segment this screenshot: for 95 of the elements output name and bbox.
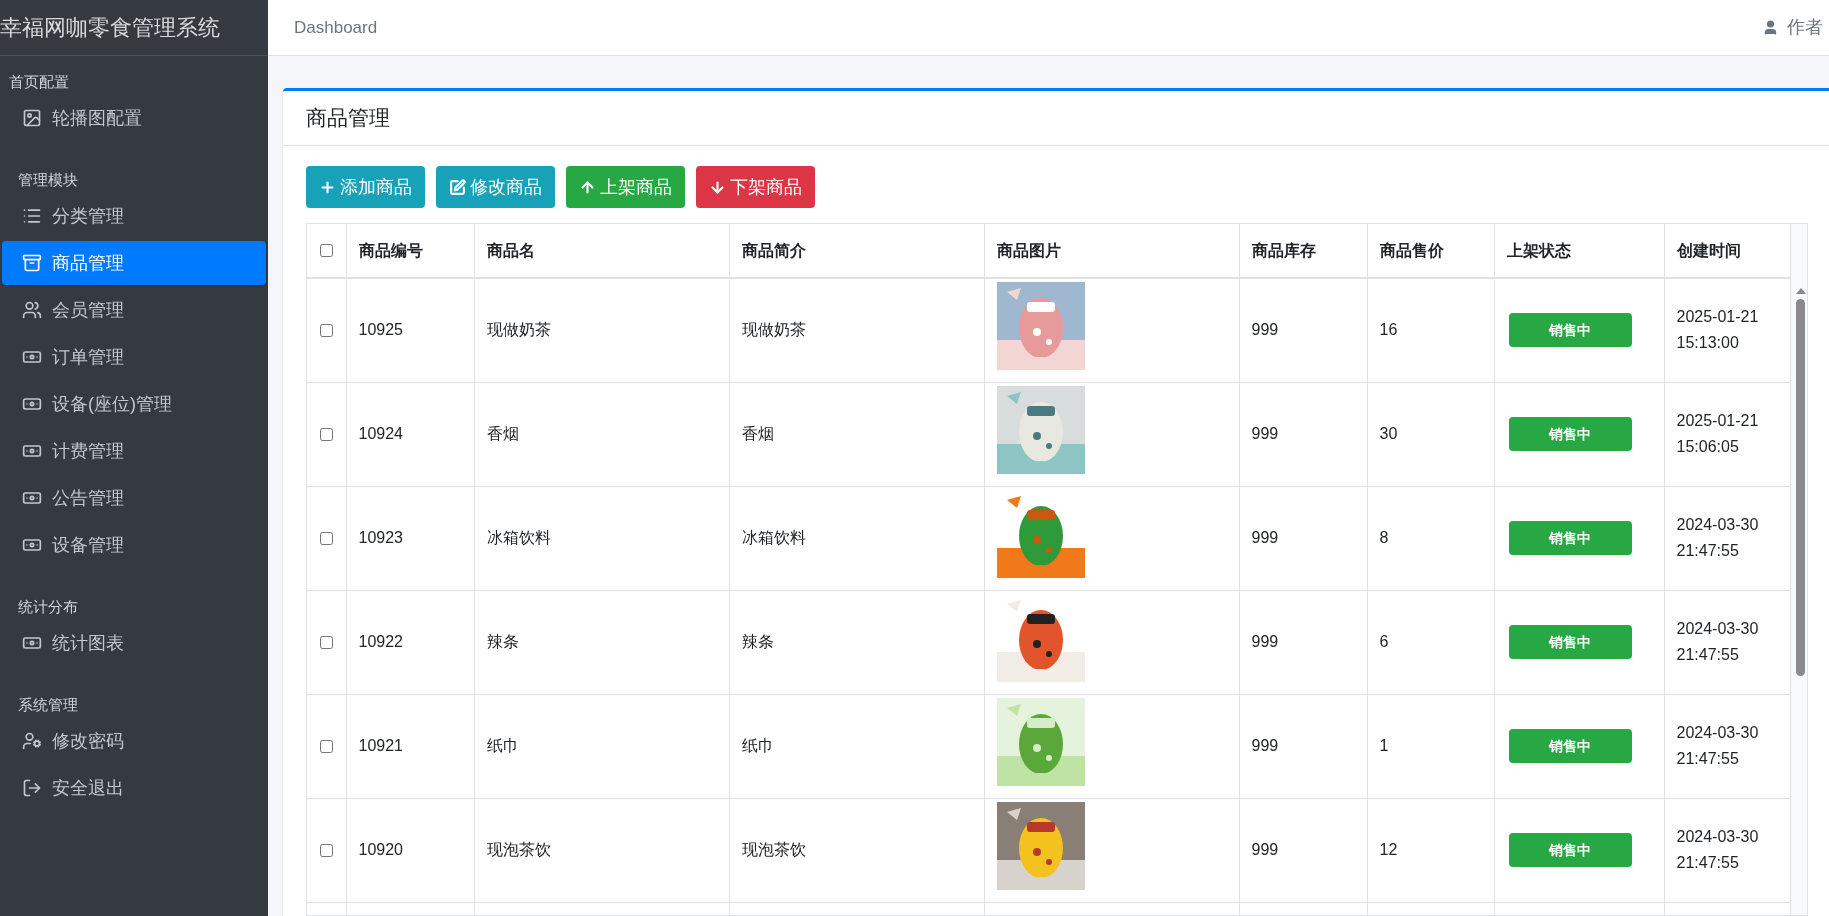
table-cell: 999	[1251, 529, 1279, 546]
table-cell: 10924	[358, 425, 403, 442]
table-cell: 12	[1379, 841, 1398, 858]
nav-item[interactable]: 安全退出	[2, 766, 266, 810]
table-cell: 现泡茶饮	[741, 841, 806, 858]
status-badge: 销售中	[1508, 521, 1632, 555]
scroll-thumb[interactable]	[1795, 299, 1805, 676]
column-header: 创建时间	[1676, 241, 1741, 259]
table-cell: 999	[1251, 841, 1279, 858]
nav-item[interactable]: 会员管理	[2, 288, 266, 332]
table-cell: 16	[1379, 321, 1398, 339]
checkbox[interactable]	[319, 843, 333, 857]
checkbox[interactable]	[319, 531, 333, 545]
nav-item[interactable]: 计费管理	[2, 429, 266, 473]
plus-icon	[319, 178, 336, 196]
app-title: 幸福网咖零食管理系统	[0, 14, 220, 42]
column-header: 商品编号	[358, 241, 423, 259]
checkbox[interactable]	[319, 323, 333, 337]
column-header: 商品名	[486, 241, 535, 259]
table-cell: 2024-03-30	[1676, 620, 1759, 637]
status-badge: 销售中	[1508, 729, 1632, 763]
status-badge: 销售中	[1508, 313, 1632, 348]
checkbox[interactable]	[319, 427, 333, 441]
nav-item[interactable]: 设备管理	[2, 523, 266, 567]
section-heading: 系统管理	[18, 696, 78, 713]
table-cell: 10925	[358, 321, 403, 339]
table-cell: 1	[1379, 737, 1389, 754]
table-cell: 21:47:55	[1676, 646, 1739, 663]
breadcrumb[interactable]: Dashboard	[294, 14, 378, 41]
table-cell: 999	[1251, 633, 1279, 650]
table-cell: 10921	[358, 737, 403, 754]
table-cell: 2025-01-21	[1676, 412, 1759, 429]
checkbox[interactable]	[319, 635, 333, 649]
table-cell: 999	[1251, 425, 1279, 442]
column-header: 商品简介	[741, 241, 806, 259]
card-title: 商品管理	[306, 105, 390, 132]
user-menu[interactable]: 作者	[1762, 14, 1823, 41]
table-cell: 辣条	[741, 633, 774, 650]
checkbox[interactable]	[319, 244, 333, 257]
table-cell: 纸巾	[741, 737, 774, 754]
column-header: 商品图片	[996, 241, 1061, 259]
table-cell: 现泡茶饮	[486, 841, 551, 858]
table-cell: 21:47:55	[1676, 854, 1739, 871]
table-cell: 15:06:05	[1676, 438, 1739, 455]
status-badge: 销售中	[1508, 833, 1632, 867]
table-cell: 15:13:00	[1676, 334, 1739, 352]
nav-item[interactable]: 统计图表	[2, 621, 266, 665]
status-badge: 销售中	[1508, 417, 1632, 451]
table-cell: 冰箱饮料	[741, 529, 806, 546]
table-cell: 2024-03-30	[1676, 724, 1759, 741]
logout-icon	[22, 778, 42, 798]
table-cell: 香烟	[741, 425, 774, 442]
table-cell: 6	[1379, 633, 1389, 650]
column-header: 商品售价	[1379, 241, 1444, 259]
table-cell: 冰箱饮料	[486, 529, 551, 546]
status-badge: 销售中	[1508, 625, 1632, 659]
nav-item[interactable]: 轮播图配置	[2, 96, 266, 140]
toolbar-button[interactable]: 下架商品	[696, 166, 815, 208]
checkbox[interactable]	[319, 739, 333, 753]
table-cell: 8	[1379, 529, 1389, 546]
section-heading: 管理模块	[18, 171, 78, 188]
table-cell: 香烟	[486, 425, 519, 442]
table-cell: 现做奶茶	[486, 321, 551, 339]
table-cell: 30	[1379, 425, 1398, 442]
table-cell: 999	[1251, 737, 1279, 754]
column-header: 上架状态	[1506, 241, 1571, 259]
table-cell: 10922	[358, 633, 403, 650]
table-cell: 辣条	[486, 633, 519, 650]
user-icon	[1762, 19, 1779, 36]
table-cell: 2025-01-21	[1676, 308, 1759, 326]
table-cell: 现做奶茶	[741, 321, 806, 339]
table-cell: 21:47:55	[1676, 750, 1739, 767]
nav-item[interactable]: 商品管理	[2, 241, 266, 285]
nav-item[interactable]: 设备(座位)管理	[2, 382, 266, 426]
archive-icon	[22, 253, 42, 273]
users-icon	[22, 300, 42, 320]
edit-icon	[449, 178, 466, 196]
user-icon	[22, 731, 42, 751]
nav-item[interactable]: 分类管理	[2, 194, 266, 238]
scroll-up-icon	[1795, 288, 1806, 294]
table-cell: 999	[1251, 321, 1279, 339]
table-cell: 10920	[358, 841, 403, 858]
column-header: 商品库存	[1251, 241, 1316, 259]
section-heading: 统计分布	[18, 598, 78, 615]
nav-item[interactable]: 公告管理	[2, 476, 266, 520]
table-cell: 10923	[358, 529, 403, 546]
table-cell: 2024-03-30	[1676, 516, 1759, 533]
nav-item[interactable]: 修改密码	[2, 719, 266, 763]
table-cell: 2024-03-30	[1676, 828, 1759, 845]
section-heading: 首页配置	[9, 73, 69, 90]
table-cell: 21:47:55	[1676, 542, 1739, 559]
nav-item[interactable]: 订单管理	[2, 335, 266, 379]
image-icon	[22, 108, 42, 128]
table-cell: 纸巾	[486, 737, 519, 754]
list-icon	[22, 206, 42, 226]
